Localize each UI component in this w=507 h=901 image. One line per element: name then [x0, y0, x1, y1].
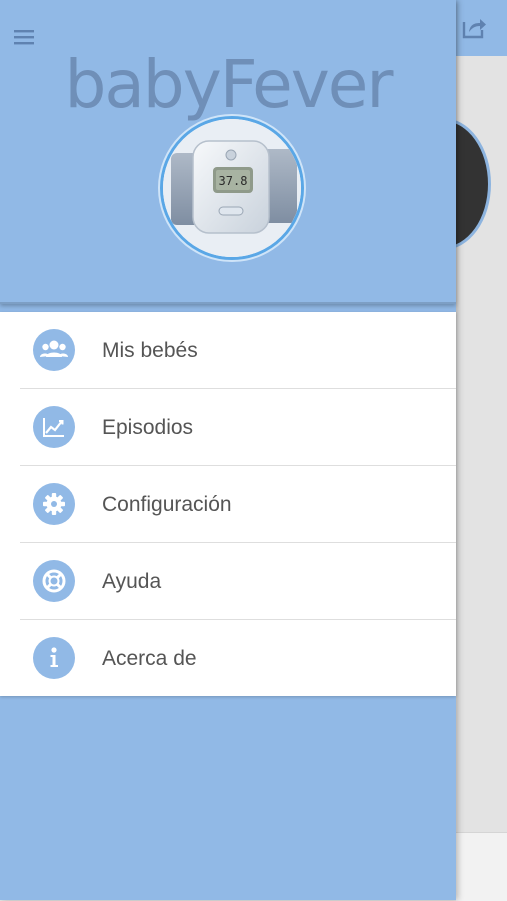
gear-icon — [33, 483, 75, 525]
chart-icon — [33, 406, 75, 448]
menu-item-label: Configuración — [102, 493, 232, 516]
thermometer-device-image: 37.8 — [163, 119, 301, 257]
share-button[interactable] — [460, 13, 488, 41]
hamburger-icon — [14, 30, 34, 45]
menu-item-label: Mis bebés — [102, 339, 198, 362]
device-display-reading: 37.8 — [219, 174, 248, 188]
info-icon — [33, 637, 75, 679]
menu-item-acerca-de[interactable]: Acerca de — [0, 620, 456, 697]
menu-item-ayuda[interactable]: Ayuda — [0, 543, 456, 620]
app-title: babyFever — [64, 46, 393, 123]
menu-item-configuracion[interactable]: Configuración — [0, 466, 456, 543]
menu-item-label: Acerca de — [102, 647, 197, 670]
navigation-drawer: babyFever 37.8 Mis bebés Episodios Confi… — [0, 0, 456, 900]
menu-item-episodios[interactable]: Episodios — [0, 389, 456, 466]
menu-button[interactable] — [14, 28, 36, 46]
lifebuoy-icon — [33, 560, 75, 602]
menu-item-label: Ayuda — [102, 570, 162, 593]
people-icon — [33, 329, 75, 371]
menu-item-label: Episodios — [102, 416, 194, 439]
menu-item-mis-bebes[interactable]: Mis bebés — [0, 312, 456, 389]
drawer-header: babyFever 37.8 — [0, 0, 456, 304]
drawer-menu-list: Mis bebés Episodios Configuración Ayuda … — [0, 312, 456, 696]
share-icon — [462, 19, 486, 39]
device-logo: 37.8 — [160, 116, 304, 260]
background-app-footer — [456, 832, 507, 901]
